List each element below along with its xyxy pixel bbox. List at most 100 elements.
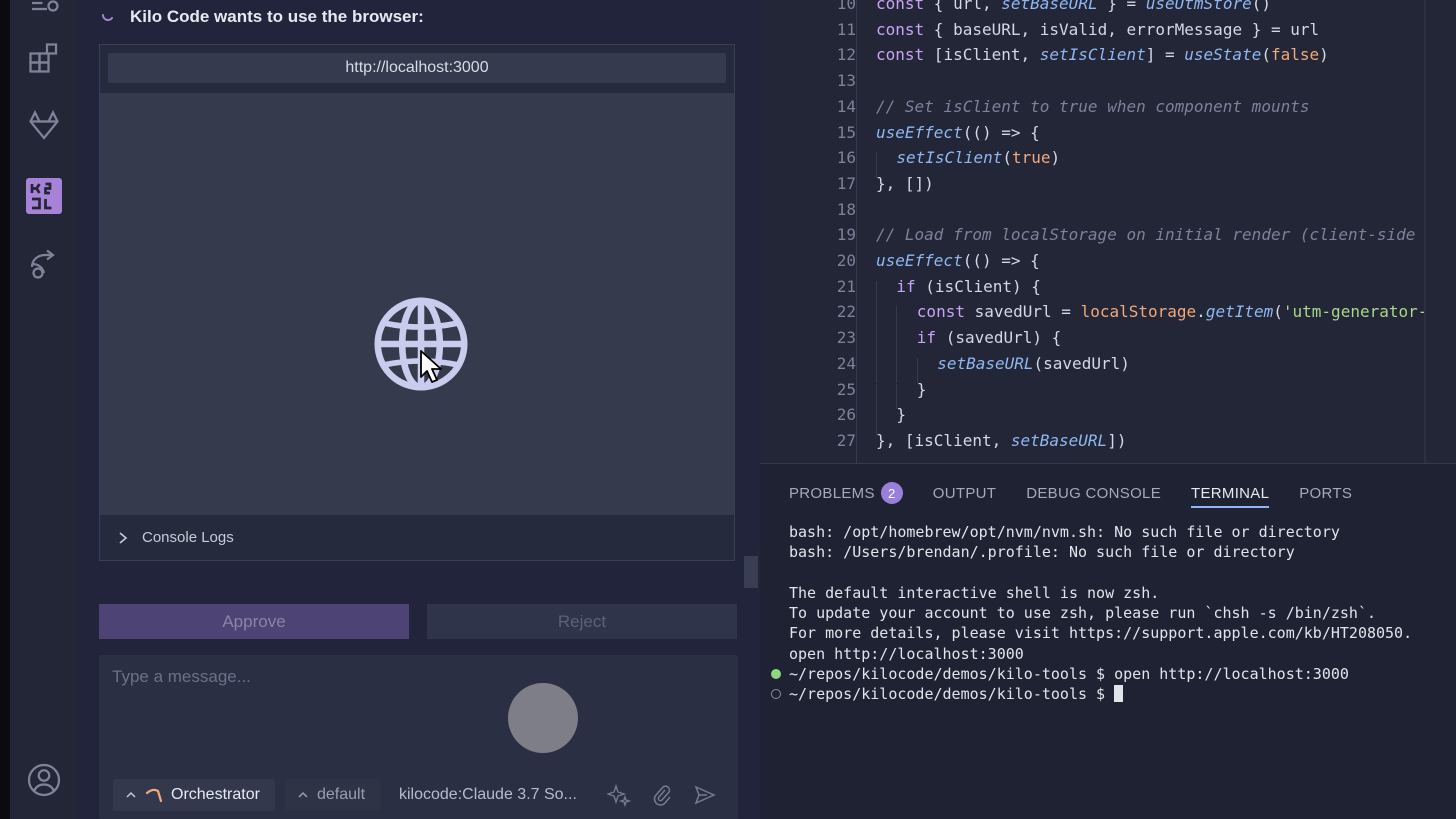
- code-token: ] =: [1145, 45, 1185, 65]
- code-token: (: [936, 328, 956, 348]
- chevron-up-icon: [126, 791, 136, 798]
- code-token: setIsClient: [1039, 45, 1146, 65]
- code-token: setBaseURL: [1010, 430, 1108, 450]
- code-line: useEffect(() => {: [876, 251, 1040, 270]
- account-icon[interactable]: [24, 760, 64, 800]
- tab-label: DEBUG CONSOLE: [1026, 484, 1161, 502]
- code-token: setBaseURL: [1001, 0, 1098, 13]
- spinner-icon: [100, 7, 116, 28]
- indent-guide: [876, 357, 877, 384]
- code-token: isValid: [1039, 19, 1108, 39]
- terminal-line: open http://localhost:3000: [789, 644, 1412, 664]
- gutter-divider: [856, 0, 857, 463]
- tab-output[interactable]: OUTPUT: [933, 480, 996, 506]
- chevron-right-icon: [119, 531, 128, 544]
- code-token: (: [915, 276, 935, 296]
- code-token: url: [953, 0, 982, 13]
- terminal-line-text: To update your account to use zsh, pleas…: [789, 604, 1376, 623]
- send-icon[interactable]: [693, 783, 717, 807]
- reject-button[interactable]: Reject: [427, 604, 737, 639]
- code-token: (: [1002, 148, 1012, 168]
- line-number: 12: [836, 45, 856, 65]
- terminal-output[interactable]: bash: /opt/homebrew/opt/nvm/nvm.sh: No s…: [789, 522, 1412, 705]
- line-number: 17: [836, 173, 856, 193]
- chat-title: Kilo Code wants to use the browser:: [130, 7, 424, 26]
- message-input[interactable]: [110, 663, 714, 691]
- code-token: ,: [1020, 45, 1040, 65]
- paperclip-icon[interactable]: [650, 783, 674, 807]
- chat-scrollbar[interactable]: [744, 556, 758, 588]
- code-editor[interactable]: 10 11 12 13 14 15 16 17 18 19 20 21 22 23 24 25 26 27 con…: [760, 0, 1456, 463]
- code-token: isClient: [943, 45, 1021, 65]
- tab-label: OUTPUT: [932, 484, 997, 502]
- terminal-line: To update your account to use zsh, pleas…: [789, 603, 1412, 623]
- code-token: }: [896, 405, 907, 425]
- mode-selector[interactable]: Orchestrator: [113, 779, 275, 811]
- code-token: setBaseURL: [937, 353, 1034, 373]
- line-number: 16: [836, 148, 856, 168]
- code-token: if: [896, 276, 916, 296]
- approve-button[interactable]: Approve: [99, 604, 409, 639]
- editor-scrollbar[interactable]: [1424, 0, 1426, 463]
- console-logs-toggle[interactable]: Console Logs: [100, 515, 734, 560]
- tab-problems[interactable]: PROBLEMS 2: [789, 480, 903, 506]
- terminal-line-text: ~/repos/kilocode/demos/kilo-tools $ open…: [789, 665, 1349, 684]
- terminal-line: The default interactive shell is now zsh…: [789, 583, 1412, 603]
- terminal-line-text: The default interactive shell is now zsh…: [789, 583, 1160, 602]
- code-line: setIsClient(true): [896, 148, 1060, 167]
- terminal-line-text: ~/repos/kilocode/demos/kilo-tools $: [789, 685, 1115, 704]
- orchestrator-icon: [145, 788, 163, 803]
- code-line: useEffect(() => {: [876, 123, 1040, 142]
- code-line: }, [isClient, setBaseURL]): [876, 431, 1126, 450]
- code-token: // Load from localStorage on initial ren…: [876, 225, 1416, 245]
- code-line: const { baseURL, isValid, errorMessage }…: [876, 20, 1319, 39]
- line-number: 19: [836, 225, 856, 245]
- line-number: 27: [836, 430, 856, 450]
- tab-terminal[interactable]: TERMINAL: [1191, 480, 1270, 508]
- model-selector[interactable]: kilocode:Claude 3.7 So...: [399, 786, 577, 804]
- terminal-line-text: For more details, please visit https://s…: [789, 624, 1413, 643]
- code-token: ,: [1107, 19, 1127, 39]
- code-line: const { url, setBaseURL } = useUtmStore(…: [876, 0, 1271, 13]
- console-logs-label: Console Logs: [142, 529, 234, 546]
- code-token: useEffect: [876, 122, 963, 142]
- indent-guide: [876, 383, 877, 410]
- extensions-icon[interactable]: [24, 38, 64, 78]
- profile-selector[interactable]: default: [285, 779, 381, 811]
- line-number-gutter: 10 11 12 13 14 15 16 17 18 19 20 21 22 23 24 25 26 27: [760, 0, 856, 463]
- command-success-icon: [771, 669, 781, 680]
- bottom-panel: PROBLEMS 2 OUTPUT DEBUG CONSOLE TERMINAL PORT…: [760, 463, 1456, 819]
- terminal-line: ~/repos/kilocode/demos/kilo-tools $ open…: [789, 664, 1412, 684]
- tab-ports[interactable]: PORTS: [1299, 480, 1352, 506]
- line-number: 13: [836, 71, 856, 91]
- code-line: // Load from localStorage on initial ren…: [876, 225, 1415, 244]
- explorer-icon[interactable]: [24, 0, 64, 26]
- line-number: 21: [836, 276, 856, 296]
- mouse-cursor-icon: [420, 350, 442, 383]
- gitlab-icon[interactable]: [24, 106, 64, 146]
- panel-tabs: PROBLEMS 2 OUTPUT DEBUG CONSOLE TERMINAL PORT…: [789, 480, 1352, 508]
- code-token: } =: [1242, 19, 1291, 39]
- code-token: ]): [1107, 430, 1127, 450]
- indent-guide: [896, 357, 898, 384]
- code-token: setIsClient: [896, 148, 1003, 168]
- code-token: const: [876, 0, 925, 13]
- terminal-line-text: bash: /opt/homebrew/opt/nvm/nvm.sh: No s…: [789, 523, 1340, 541]
- code-token: isClient: [934, 276, 1012, 296]
- tab-debug-console[interactable]: DEBUG CONSOLE: [1026, 480, 1161, 506]
- kilo-code-icon[interactable]: [26, 178, 62, 214]
- code-token: ): [1120, 353, 1130, 373]
- code-token: const: [876, 45, 925, 65]
- code-line: }: [917, 380, 927, 399]
- line-number: 24: [836, 353, 856, 373]
- code-token: savedUrl: [955, 328, 1033, 348]
- code-token: localStorage: [1080, 302, 1197, 322]
- remote-icon[interactable]: [24, 244, 64, 284]
- code-token: const: [876, 19, 925, 39]
- code-line: }, []): [876, 174, 934, 193]
- sparkle-icon[interactable]: [607, 783, 631, 807]
- profile-label: default: [317, 786, 366, 803]
- code-token: ) {: [1011, 276, 1041, 296]
- touch-indicator: [508, 683, 578, 753]
